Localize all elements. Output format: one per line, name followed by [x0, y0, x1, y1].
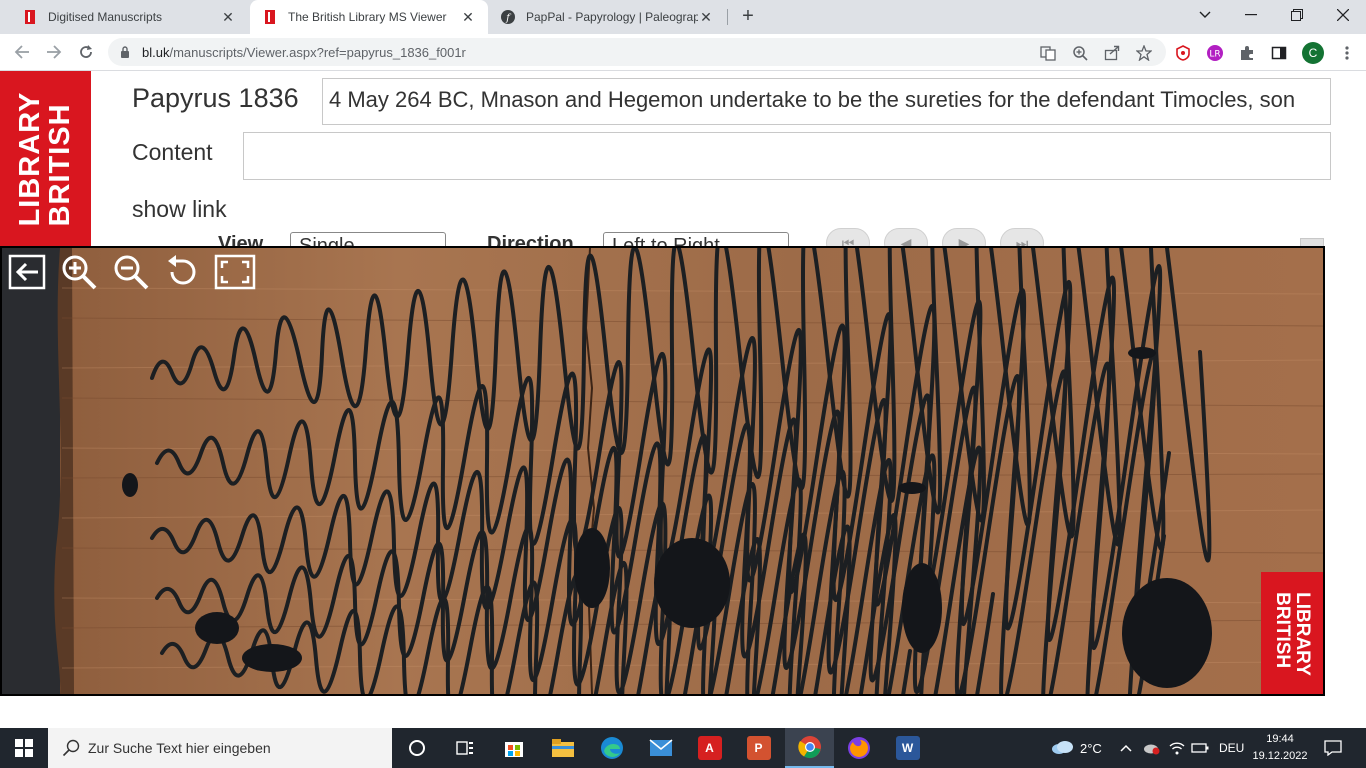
input-language[interactable]: DEU — [1219, 728, 1244, 768]
back-button[interactable] — [8, 38, 36, 66]
manuscript-image-viewer[interactable]: LIBRARY BRITISH — [0, 246, 1325, 696]
fullscreen-icon[interactable] — [214, 252, 256, 292]
british-library-favicon-icon — [22, 9, 38, 25]
url-host: bl.uk — [142, 44, 170, 60]
url-text: bl.uk/manuscripts/Viewer.aspx?ref=papyru… — [142, 45, 466, 60]
logo-line-british: BRITISH — [44, 103, 76, 227]
exit-viewer-icon[interactable] — [6, 252, 48, 292]
taskbar-search-box[interactable]: Zur Suche Text hier eingeben — [48, 728, 392, 768]
tab-title: PapPal - Papyrology | Paleography — [526, 10, 698, 24]
extension-purple-icon[interactable]: LR — [1206, 44, 1224, 62]
wifi-icon[interactable] — [1169, 728, 1185, 768]
browser-toolbar: bl.uk/manuscripts/Viewer.aspx?ref=papyru… — [0, 34, 1366, 71]
powerpoint-icon[interactable]: P — [734, 728, 783, 768]
zoom-out-icon[interactable] — [110, 252, 152, 292]
bookmark-star-icon[interactable] — [1135, 44, 1153, 62]
windows-taskbar: Zur Suche Text hier eingeben A P W 2°C D… — [0, 728, 1366, 768]
profile-avatar[interactable]: C — [1302, 42, 1324, 64]
show-link[interactable]: show link — [132, 196, 227, 223]
cloud-icon — [1050, 739, 1074, 758]
cortana-icon[interactable] — [392, 728, 441, 768]
minimize-button[interactable] — [1228, 0, 1274, 30]
tab-search-chevron-icon[interactable] — [1182, 0, 1228, 30]
close-tab-icon[interactable]: ✕ — [460, 9, 476, 25]
rotate-icon[interactable] — [162, 252, 204, 292]
watermark-line-library: LIBRARY — [1292, 592, 1313, 676]
firefox-icon[interactable] — [834, 728, 883, 768]
new-tab-button[interactable]: + — [736, 5, 760, 29]
manuscript-title: Papyrus 1836 — [132, 83, 299, 113]
chrome-menu-icon[interactable] — [1338, 44, 1356, 62]
pappal-favicon-icon: f — [500, 9, 516, 25]
page-content: LIBRARY BRITISH Papyrus 1836 4 May 264 B… — [0, 71, 1366, 728]
weather-widget[interactable]: 2°C — [1050, 728, 1102, 768]
translate-icon[interactable] — [1039, 44, 1057, 62]
logo-text: LIBRARY BRITISH — [14, 91, 76, 227]
side-panel-icon[interactable] — [1270, 44, 1288, 62]
battery-icon[interactable] — [1191, 728, 1209, 768]
content-field[interactable] — [243, 132, 1331, 180]
task-view-icon[interactable] — [440, 728, 489, 768]
logo-line-library: LIBRARY — [14, 91, 46, 227]
onedrive-error-icon[interactable] — [1143, 728, 1161, 768]
show-hidden-icons-button[interactable] — [1120, 728, 1132, 768]
tab-separator — [727, 9, 728, 25]
papyrus-image[interactable] — [2, 248, 1323, 694]
edge-browser-icon[interactable] — [587, 728, 636, 768]
viewer-toolbar — [6, 252, 256, 292]
mail-icon[interactable] — [636, 728, 685, 768]
microsoft-store-icon[interactable] — [489, 728, 538, 768]
notification-center-icon[interactable] — [1324, 728, 1342, 768]
watermark-text: LIBRARY BRITISH — [1272, 592, 1313, 676]
clock-time: 19:44 — [1266, 733, 1294, 745]
content-label: Content — [132, 139, 213, 165]
reload-button[interactable] — [72, 38, 100, 66]
tab-digitised-manuscripts[interactable]: Digitised Manuscripts ✕ — [10, 0, 248, 34]
watermark-line-british: BRITISH — [1272, 592, 1293, 669]
british-library-watermark: LIBRARY BRITISH — [1261, 572, 1323, 694]
search-icon — [62, 739, 80, 757]
close-tab-icon[interactable]: ✕ — [220, 9, 236, 25]
manuscript-description-field[interactable]: 4 May 264 BC, Mnason and Hegemon underta… — [322, 78, 1331, 125]
tab-title: Digitised Manuscripts — [48, 10, 163, 24]
british-library-favicon-icon — [262, 9, 278, 25]
browser-tab-strip: Digitised Manuscripts ✕ The British Libr… — [0, 0, 1366, 34]
zoom-in-icon[interactable] — [58, 252, 100, 292]
zoom-icon[interactable] — [1071, 44, 1089, 62]
restore-button[interactable] — [1274, 0, 1320, 30]
lock-icon[interactable] — [120, 46, 132, 58]
windows-start-button[interactable] — [0, 728, 48, 768]
taskbar-search-placeholder: Zur Suche Text hier eingeben — [88, 740, 271, 756]
acrobat-reader-icon[interactable]: A — [685, 728, 734, 768]
weather-temperature: 2°C — [1080, 740, 1102, 756]
extensions-puzzle-icon[interactable] — [1238, 44, 1256, 62]
svg-text:LR: LR — [1209, 50, 1220, 60]
share-icon[interactable] — [1103, 44, 1121, 62]
close-window-button[interactable] — [1320, 0, 1366, 30]
forward-button[interactable] — [40, 38, 68, 66]
tab-title: The British Library MS Viewer — [288, 10, 447, 24]
british-library-logo[interactable]: LIBRARY BRITISH — [0, 71, 91, 246]
close-tab-icon[interactable]: ✕ — [698, 9, 714, 25]
tab-pappal[interactable]: f PapPal - Papyrology | Paleography ✕ — [488, 0, 726, 34]
tab-british-library-ms-viewer[interactable]: The British Library MS Viewer ✕ — [250, 0, 488, 34]
extension-red-shield-icon[interactable] — [1174, 44, 1192, 62]
word-icon[interactable]: W — [883, 728, 932, 768]
file-explorer-icon[interactable] — [538, 728, 587, 768]
address-bar[interactable]: bl.uk/manuscripts/Viewer.aspx?ref=papyru… — [108, 38, 1166, 66]
url-path: /manuscripts/Viewer.aspx?ref=papyrus_183… — [169, 44, 466, 60]
taskbar-clock[interactable]: 19:44 19.12.2022 — [1246, 731, 1314, 765]
clock-date: 19.12.2022 — [1252, 750, 1308, 762]
chrome-taskbar-icon[interactable] — [785, 728, 834, 768]
